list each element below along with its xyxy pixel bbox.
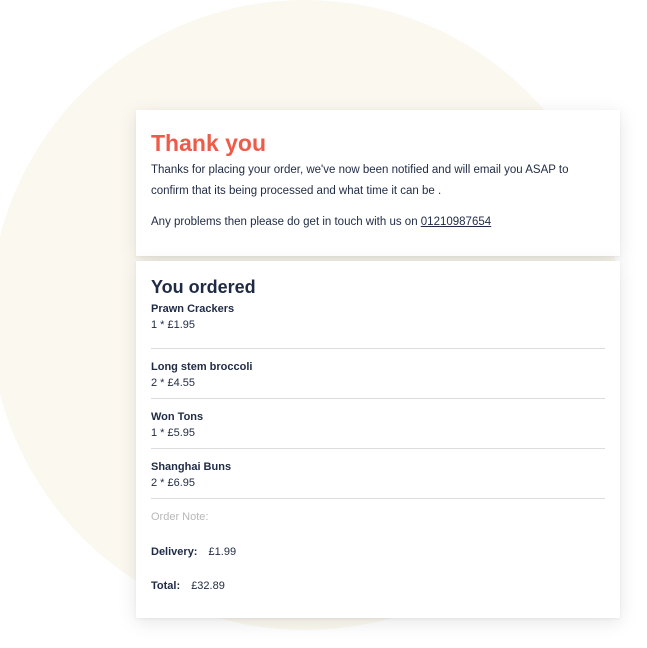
delivery-value: £1.99: [208, 546, 237, 558]
total-row: Total: £32.89: [151, 579, 605, 593]
order-item: Long stem broccoli 2 * £4.55: [151, 349, 605, 399]
page: Thank you Thanks for placing your order,…: [0, 0, 647, 648]
order-items-list: Prawn Crackers 1 * £1.95 Long stem brocc…: [151, 300, 605, 499]
item-quantity: 1 * £1.95: [151, 319, 196, 331]
order-note-label: Order Note:: [151, 511, 209, 523]
order-item: Prawn Crackers 1 * £1.95: [151, 300, 605, 349]
order-item: Shanghai Buns 2 * £6.95: [151, 449, 605, 499]
item-quantity: 2 * £4.55: [151, 377, 196, 389]
confirmation-message: Thanks for placing your order, we've now…: [151, 164, 569, 197]
phone-link[interactable]: 01210987654: [421, 216, 491, 228]
item-quantity: 1 * £5.95: [151, 427, 196, 439]
item-name: Prawn Crackers: [151, 303, 235, 315]
item-name: Won Tons: [151, 411, 204, 423]
you-ordered-title: You ordered: [151, 277, 256, 297]
order-item: Won Tons 1 * £5.95: [151, 399, 605, 449]
item-name: Shanghai Buns: [151, 461, 232, 473]
item-quantity: 2 * £6.95: [151, 477, 196, 489]
thank-you-title: Thank you: [151, 130, 267, 156]
order-summary-card: You ordered Prawn Crackers 1 * £1.95 Lon…: [136, 261, 620, 618]
item-name: Long stem broccoli: [151, 361, 253, 373]
delivery-row: Delivery: £1.99: [151, 545, 605, 559]
delivery-label: Delivery:: [151, 546, 198, 558]
confirmation-card: Thank you Thanks for placing your order,…: [136, 110, 620, 256]
contact-line: Any problems then please do get in touch…: [151, 215, 605, 229]
total-label: Total:: [151, 580, 181, 592]
total-value: £32.89: [191, 580, 225, 592]
contact-prefix: Any problems then please do get in touch…: [151, 216, 421, 228]
